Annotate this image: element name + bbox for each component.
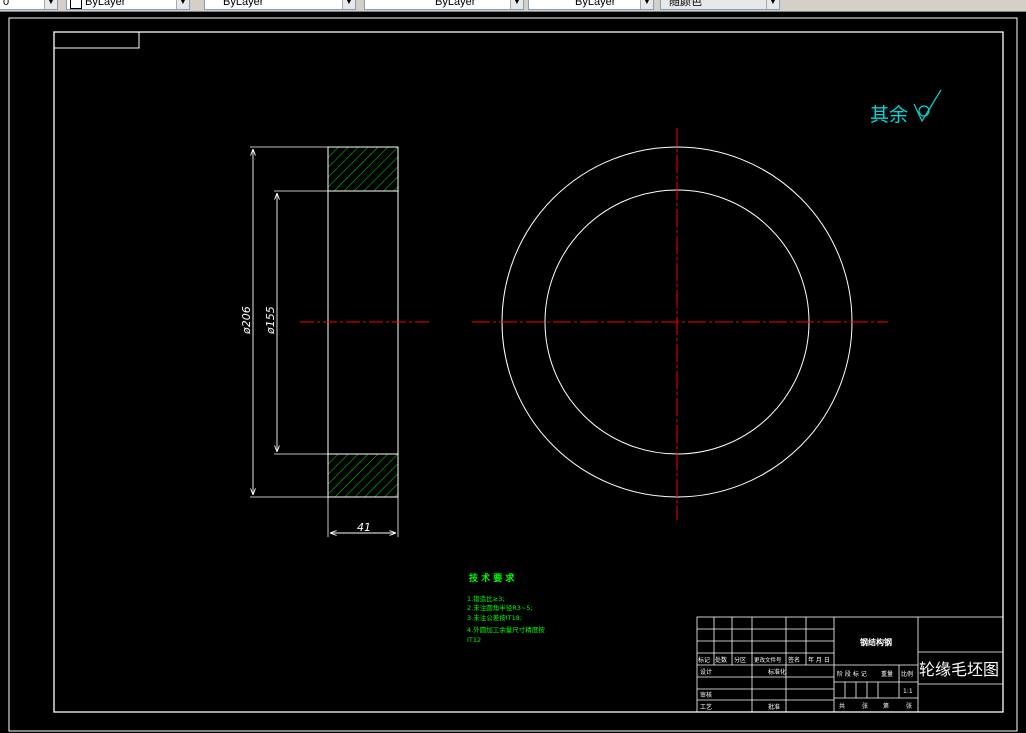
section-view <box>250 146 430 537</box>
scale-value: 1:1 <box>903 688 913 695</box>
technical-requirements: 技 术 要 求 1.锻造比≥3; 2.未注圆角半径R3~5; 3.未注公差按IT… <box>467 572 545 644</box>
color-dropdown[interactable]: ByLayer ▼ <box>66 0 190 10</box>
sheet-zhang-label: 张 <box>862 702 868 710</box>
row-label-design: 设计 <box>700 668 712 676</box>
surface-finish-text: 其余 <box>870 104 908 126</box>
hatch-top <box>327 146 399 192</box>
hatch-bottom <box>327 453 399 498</box>
sheet-total-label: 共 <box>839 702 845 710</box>
tech-req-item: 4.外圆加工余量尺寸精度按 <box>467 625 545 634</box>
revision-label: 处数 <box>715 656 727 664</box>
plotstyle-dropdown[interactable]: ByLayer ▼ <box>528 0 654 10</box>
sheet-di-label: 第 <box>883 702 889 710</box>
weight-label: 重量 <box>881 670 893 678</box>
surface-roughness-icon <box>913 89 942 123</box>
outer-sheet-border <box>8 17 1018 732</box>
lineweight-dropdown[interactable]: ByLayer ▼ <box>364 0 524 10</box>
sheet-zhang2-label: 张 <box>906 702 912 710</box>
tech-req-item: 3.未注公差按IT18; <box>467 613 522 622</box>
tech-req-title: 技 术 要 求 <box>469 572 515 584</box>
tech-req-item: IT12 <box>467 636 481 644</box>
chevron-down-icon[interactable]: ▼ <box>640 0 653 9</box>
code-box <box>53 31 140 49</box>
revision-label: 更改文件号 <box>754 656 782 664</box>
plotstyle-linetype-value: ByLayer <box>575 0 616 8</box>
dim-width-label: 41 <box>357 521 371 534</box>
stage-mark-label: 阶 段 标 记 <box>837 670 867 678</box>
front-view <box>472 128 888 520</box>
layer-value: 0 <box>3 0 10 8</box>
color-swatch-icon <box>70 0 82 9</box>
drawing-name: 轮缘毛坯图 <box>919 660 999 679</box>
chevron-down-icon[interactable]: ▼ <box>176 0 189 9</box>
approve-label: 批准 <box>768 703 780 711</box>
lineweight-value: ByLayer <box>435 0 476 8</box>
properties-toolbar: 0 ▼ ByLayer ▼ ByLayer ▼ ByLayer ▼ ByLaye… <box>0 0 1026 12</box>
dim-outer-label: ø206 <box>240 306 253 335</box>
chevron-down-icon[interactable]: ▼ <box>766 0 779 9</box>
revision-label: 年 月 日 <box>808 656 830 664</box>
tech-req-item: 2.未注圆角半径R3~5; <box>467 603 533 612</box>
drawing-canvas[interactable]: 其余 ø206 ø155 41 技 术 要 求 1.锻造比≥3; 2.未注圆角半… <box>0 12 1026 733</box>
chevron-down-icon[interactable]: ▼ <box>342 0 355 9</box>
scale-label: 比例 <box>901 670 913 678</box>
material-text: 钢结构钢 <box>860 637 892 647</box>
revision-label: 签名 <box>788 656 800 664</box>
color-value: ByLayer <box>85 0 126 8</box>
chevron-down-icon[interactable]: ▼ <box>44 0 57 9</box>
dim-inner-label: ø155 <box>264 306 277 335</box>
row-label-review: 审核 <box>700 691 712 699</box>
layer-dropdown[interactable]: 0 ▼ <box>0 0 58 10</box>
chevron-down-icon[interactable]: ▼ <box>510 0 523 9</box>
row-label-process: 工艺 <box>700 703 712 711</box>
revision-label: 分区 <box>734 656 746 664</box>
linetype-value: ByLayer <box>223 0 264 8</box>
standardization-label: 标准化 <box>768 668 786 676</box>
plotstyle-color-dropdown[interactable]: 随颜色 ▼ <box>660 0 780 10</box>
tech-req-item: 1.锻造比≥3; <box>467 594 504 603</box>
plotstyle-value: 随颜色 <box>669 0 702 8</box>
revision-label: 标记 <box>698 656 710 664</box>
linetype-dropdown[interactable]: ByLayer ▼ <box>204 0 356 10</box>
